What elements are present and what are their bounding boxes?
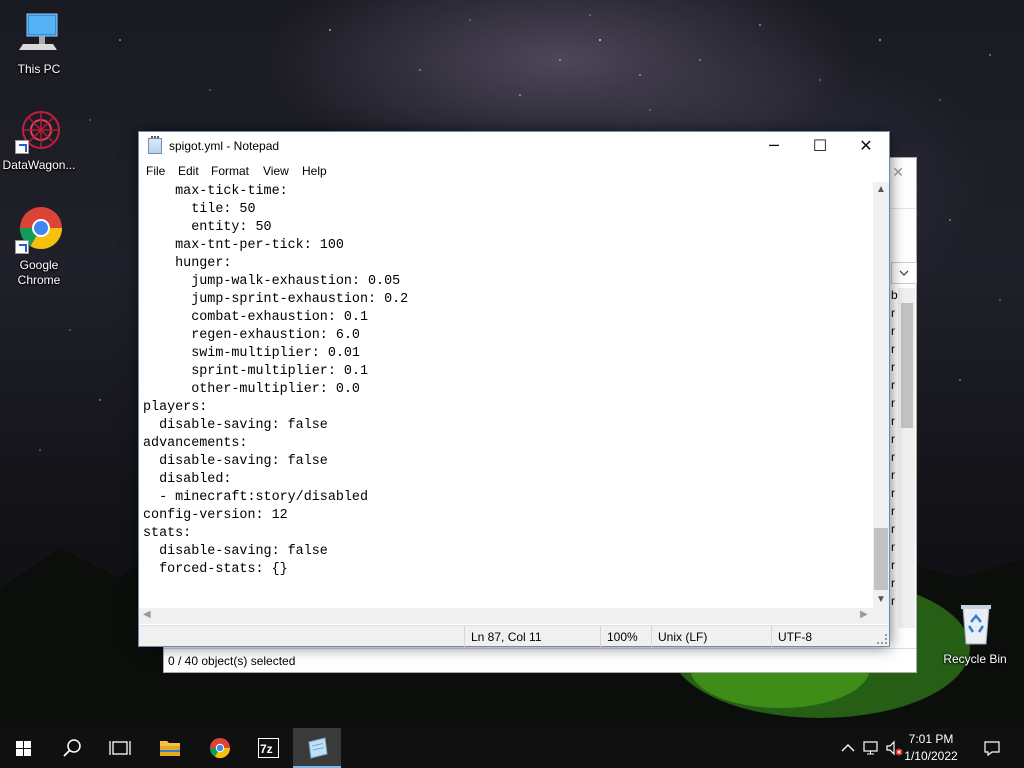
status-bar: Ln 87, Col 11 100% Unix (LF) UTF-8 [139, 625, 889, 647]
svg-text:7z: 7z [260, 742, 273, 756]
taskbar-file-explorer[interactable] [146, 728, 194, 768]
desktop-icon-label: This PC [17, 62, 61, 76]
notepad-icon [308, 737, 328, 759]
scroll-right-icon[interactable]: ▶ [860, 609, 868, 620]
scrollbar-corner [873, 608, 889, 624]
editor-line: jump-walk-exhaustion: 0.05 [143, 274, 401, 289]
editor-line: stats: [143, 526, 192, 541]
task-view-button[interactable] [96, 728, 144, 768]
editor-line: combat-exhaustion: 0.1 [143, 310, 368, 325]
computer-icon [15, 10, 63, 58]
search-button[interactable] [48, 728, 96, 768]
datawagon-icon [15, 106, 63, 154]
editor-line: forced-stats: {} [143, 562, 288, 577]
notepad-window[interactable]: spigot.yml - Notepad ─ ☐ ✕ File Edit For… [138, 131, 890, 647]
editor-line: advancements: [143, 436, 248, 451]
editor-line: disable-saving: false [143, 544, 328, 559]
show-hidden-icons-chevron-up-icon[interactable] [838, 738, 858, 758]
text-editor[interactable]: max-tick-time: tile: 50 entity: 50 max-t… [139, 182, 874, 608]
dropdown-chevron-down-icon[interactable] [891, 262, 917, 284]
desktop-icon-label: Recycle Bin [943, 652, 1007, 666]
taskbar: 7z 7:01 PM 1/10/2022 [0, 728, 1024, 768]
explorer-status: 0 / 40 object(s) selected [164, 648, 916, 672]
editor-line: jump-sprint-exhaustion: 0.2 [143, 292, 409, 307]
clock-date: 1/10/2022 [904, 749, 958, 763]
editor-line: swim-multiplier: 0.01 [143, 346, 360, 361]
status-encoding: UTF-8 [771, 626, 871, 647]
resize-grip-icon[interactable] [877, 634, 887, 644]
chrome-icon [209, 738, 231, 759]
folder-icon [160, 741, 180, 756]
status-position: Ln 87, Col 11 [464, 626, 600, 647]
7zip-icon: 7z [258, 738, 279, 758]
scroll-up-icon[interactable]: ▲ [873, 182, 889, 198]
editor-line: disable-saving: false [143, 454, 328, 469]
scroll-left-icon[interactable]: ◀ [143, 609, 151, 620]
minimize-button[interactable]: ─ [751, 132, 797, 160]
task-view-icon [109, 741, 131, 755]
desktop-icon-label: Google Chrome [17, 258, 61, 287]
network-icon[interactable] [861, 738, 881, 758]
editor-line: - minecraft:story/disabled [143, 490, 368, 505]
shortcut-arrow-icon [15, 140, 29, 154]
title-bar[interactable]: spigot.yml - Notepad ─ ☐ ✕ [139, 132, 889, 160]
editor-line: max-tnt-per-tick: 100 [143, 238, 344, 253]
close-button[interactable]: ✕ [843, 132, 889, 160]
scroll-down-icon[interactable]: ▼ [873, 592, 889, 608]
taskbar-7zip[interactable]: 7z [244, 728, 292, 768]
status-line-ending: Unix (LF) [651, 626, 771, 647]
close-icon[interactable]: ✕ [892, 164, 904, 181]
editor-line: entity: 50 [143, 220, 272, 235]
chrome-icon [15, 206, 63, 254]
search-icon [63, 739, 81, 757]
desktop-icon-datawagon[interactable]: DataWagon... [1, 106, 77, 173]
explorer-scrollbar-thumb[interactable] [901, 303, 913, 428]
desktop-icon-recycle-bin[interactable]: Recycle Bin [937, 600, 1013, 667]
editor-line: max-tick-time: [143, 184, 288, 199]
menu-bar: File Edit Format View Help [139, 161, 889, 182]
horizontal-scrollbar[interactable]: ◀ ▶ [139, 608, 874, 624]
menu-help[interactable]: Help [302, 164, 327, 178]
editor-line: tile: 50 [143, 202, 256, 217]
menu-edit[interactable]: Edit [178, 164, 199, 178]
menu-view[interactable]: View [263, 164, 289, 178]
shortcut-arrow-icon [15, 240, 29, 254]
recycle-bin-icon [951, 600, 999, 648]
desktop-icon-this-pc[interactable]: This PC [1, 10, 77, 77]
editor-line: sprint-multiplier: 0.1 [143, 364, 368, 379]
scrollbar-thumb[interactable] [874, 528, 888, 590]
start-button[interactable] [0, 728, 48, 768]
menu-format[interactable]: Format [211, 164, 249, 178]
clock-time: 7:01 PM [908, 732, 954, 746]
desktop-icon-chrome[interactable]: Google Chrome [1, 206, 77, 288]
vertical-scrollbar[interactable]: ▲ ▼ [873, 182, 889, 608]
editor-line: other-multiplier: 0.0 [143, 382, 360, 397]
maximize-button[interactable]: ☐ [797, 132, 843, 160]
menu-file[interactable]: File [146, 164, 165, 178]
status-zoom: 100% [600, 626, 653, 647]
windows-logo-icon [16, 741, 31, 756]
editor-line: players: [143, 400, 208, 415]
action-center-notification-icon[interactable] [982, 738, 1002, 758]
taskbar-chrome[interactable] [196, 728, 244, 768]
editor-line: disable-saving: false [143, 418, 328, 433]
editor-line: disabled: [143, 472, 232, 487]
editor-line: hunger: [143, 256, 232, 271]
clock[interactable]: 7:01 PM 1/10/2022 [896, 731, 966, 765]
notepad-icon [148, 136, 162, 154]
editor-line: config-version: 12 [143, 508, 288, 523]
window-title: spigot.yml - Notepad [169, 139, 280, 153]
desktop-icon-label: DataWagon... [2, 158, 76, 172]
taskbar-notepad[interactable] [293, 728, 341, 768]
editor-line: regen-exhaustion: 6.0 [143, 328, 360, 343]
